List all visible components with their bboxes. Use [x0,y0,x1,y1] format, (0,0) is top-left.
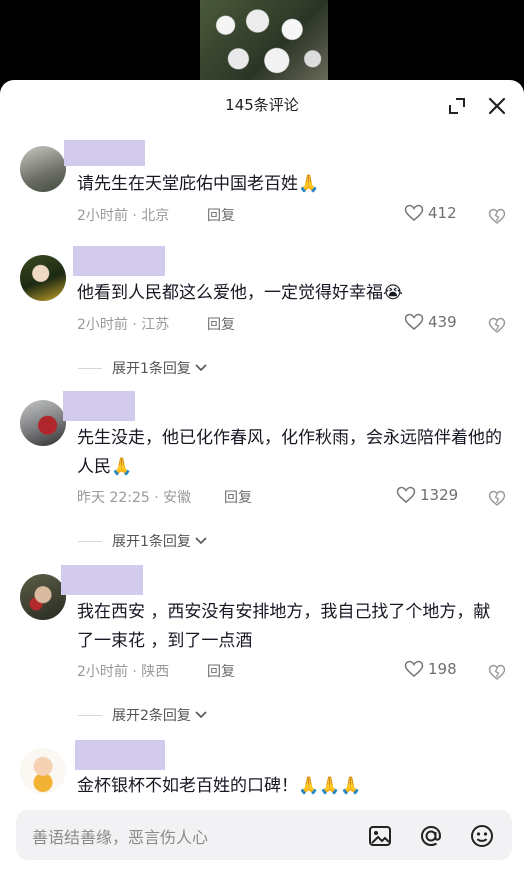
video-frame-flowers [200,0,328,84]
comment-time-location: 2小时前 · 北京 [77,208,170,224]
expand-replies-label: 展开2条回复 [112,708,191,724]
expand-replies-label: 展开1条回复 [112,361,191,377]
username-redacted[interactable] [73,246,165,276]
expand-icon[interactable] [446,95,468,117]
reply-button[interactable]: 回复 [224,487,252,507]
dislike-icon[interactable] [487,315,507,335]
comment-text: 他看到人民都这么爱他，一定觉得好幸福😭 [77,283,403,303]
reply-button[interactable]: 回复 [207,205,235,225]
expand-replies-button[interactable]: 展开1条回复 [78,531,208,551]
like-count: 198 [428,660,457,678]
like-button[interactable]: 412 [404,204,457,222]
praying-hands-emoji: 🙏 [111,457,133,477]
like-count: 1329 [420,486,459,504]
praying-hands-emoji: 🙏 [298,174,320,194]
crying-emoji: 😭 [383,283,403,303]
reply-button[interactable]: 回复 [207,661,235,681]
heart-icon [404,313,424,330]
comment-input[interactable]: 善语结善缘，恶言伤人心 [16,810,512,860]
username-redacted[interactable] [64,140,145,166]
like-count: 439 [428,313,457,331]
like-button[interactable]: 439 [404,313,457,331]
comment-text: 金杯银杯不如老百姓的口碑！🙏🙏🙏 [77,776,362,796]
heart-icon [396,486,416,503]
image-icon[interactable] [367,823,393,849]
comment-input-placeholder: 善语结善缘，恶言伤人心 [32,828,209,847]
avatar[interactable] [20,146,66,192]
like-button[interactable]: 198 [404,660,457,678]
comment-input-bar: 善语结善缘，恶言伤人心 [0,800,524,876]
emoji-icon[interactable] [469,823,495,849]
reply-button[interactable]: 回复 [207,314,235,334]
divider-line [78,714,102,716]
avatar[interactable] [20,574,66,620]
expand-replies-button[interactable]: 展开1条回复 [78,358,208,378]
expand-replies-button[interactable]: 展开2条回复 [78,705,208,725]
username-redacted[interactable] [63,391,135,421]
dislike-icon[interactable] [487,662,507,682]
chevron-down-icon [195,711,207,719]
username-redacted[interactable] [61,565,143,595]
expand-replies-label: 展开1条回复 [112,534,191,550]
chevron-down-icon [195,364,207,372]
like-count: 412 [428,204,457,222]
divider-line [78,367,102,369]
comment-text: 请先生在天堂庇佑中国老百姓🙏 [77,174,320,194]
sheet-header: 145条评论 [0,80,524,132]
like-button[interactable]: 1329 [396,486,458,504]
heart-icon [404,204,424,221]
comment-time-location: 昨天 22:25 · 安徽 [77,490,192,506]
avatar[interactable] [20,748,66,794]
chevron-down-icon [195,537,207,545]
comment-text: 先生没走，他已化作春风，化作秋雨，会永远陪伴着他的人民🙏 [77,428,502,477]
comment-text: 我在西安 ，西安没有安排地方，我自己找了个地方，献了一束花 ，到了一点酒 [77,602,491,651]
comment-sheet: 145条评论 请先生在天堂庇佑中国老百姓🙏 2小时前 · 北京 回复 412 他… [0,80,524,876]
video-background [0,0,524,90]
comment-time-location: 2小时前 · 江苏 [77,317,170,333]
avatar[interactable] [20,255,66,301]
heart-icon [404,660,424,677]
close-icon[interactable] [485,94,509,118]
username-redacted[interactable] [75,740,165,770]
avatar[interactable] [20,400,66,446]
comment-time-location: 2小时前 · 陕西 [77,664,170,680]
praying-hands-emoji: 🙏🙏🙏 [298,776,362,796]
divider-line [78,540,102,542]
dislike-icon[interactable] [487,488,507,508]
at-icon[interactable] [418,823,444,849]
dislike-icon[interactable] [487,206,507,226]
